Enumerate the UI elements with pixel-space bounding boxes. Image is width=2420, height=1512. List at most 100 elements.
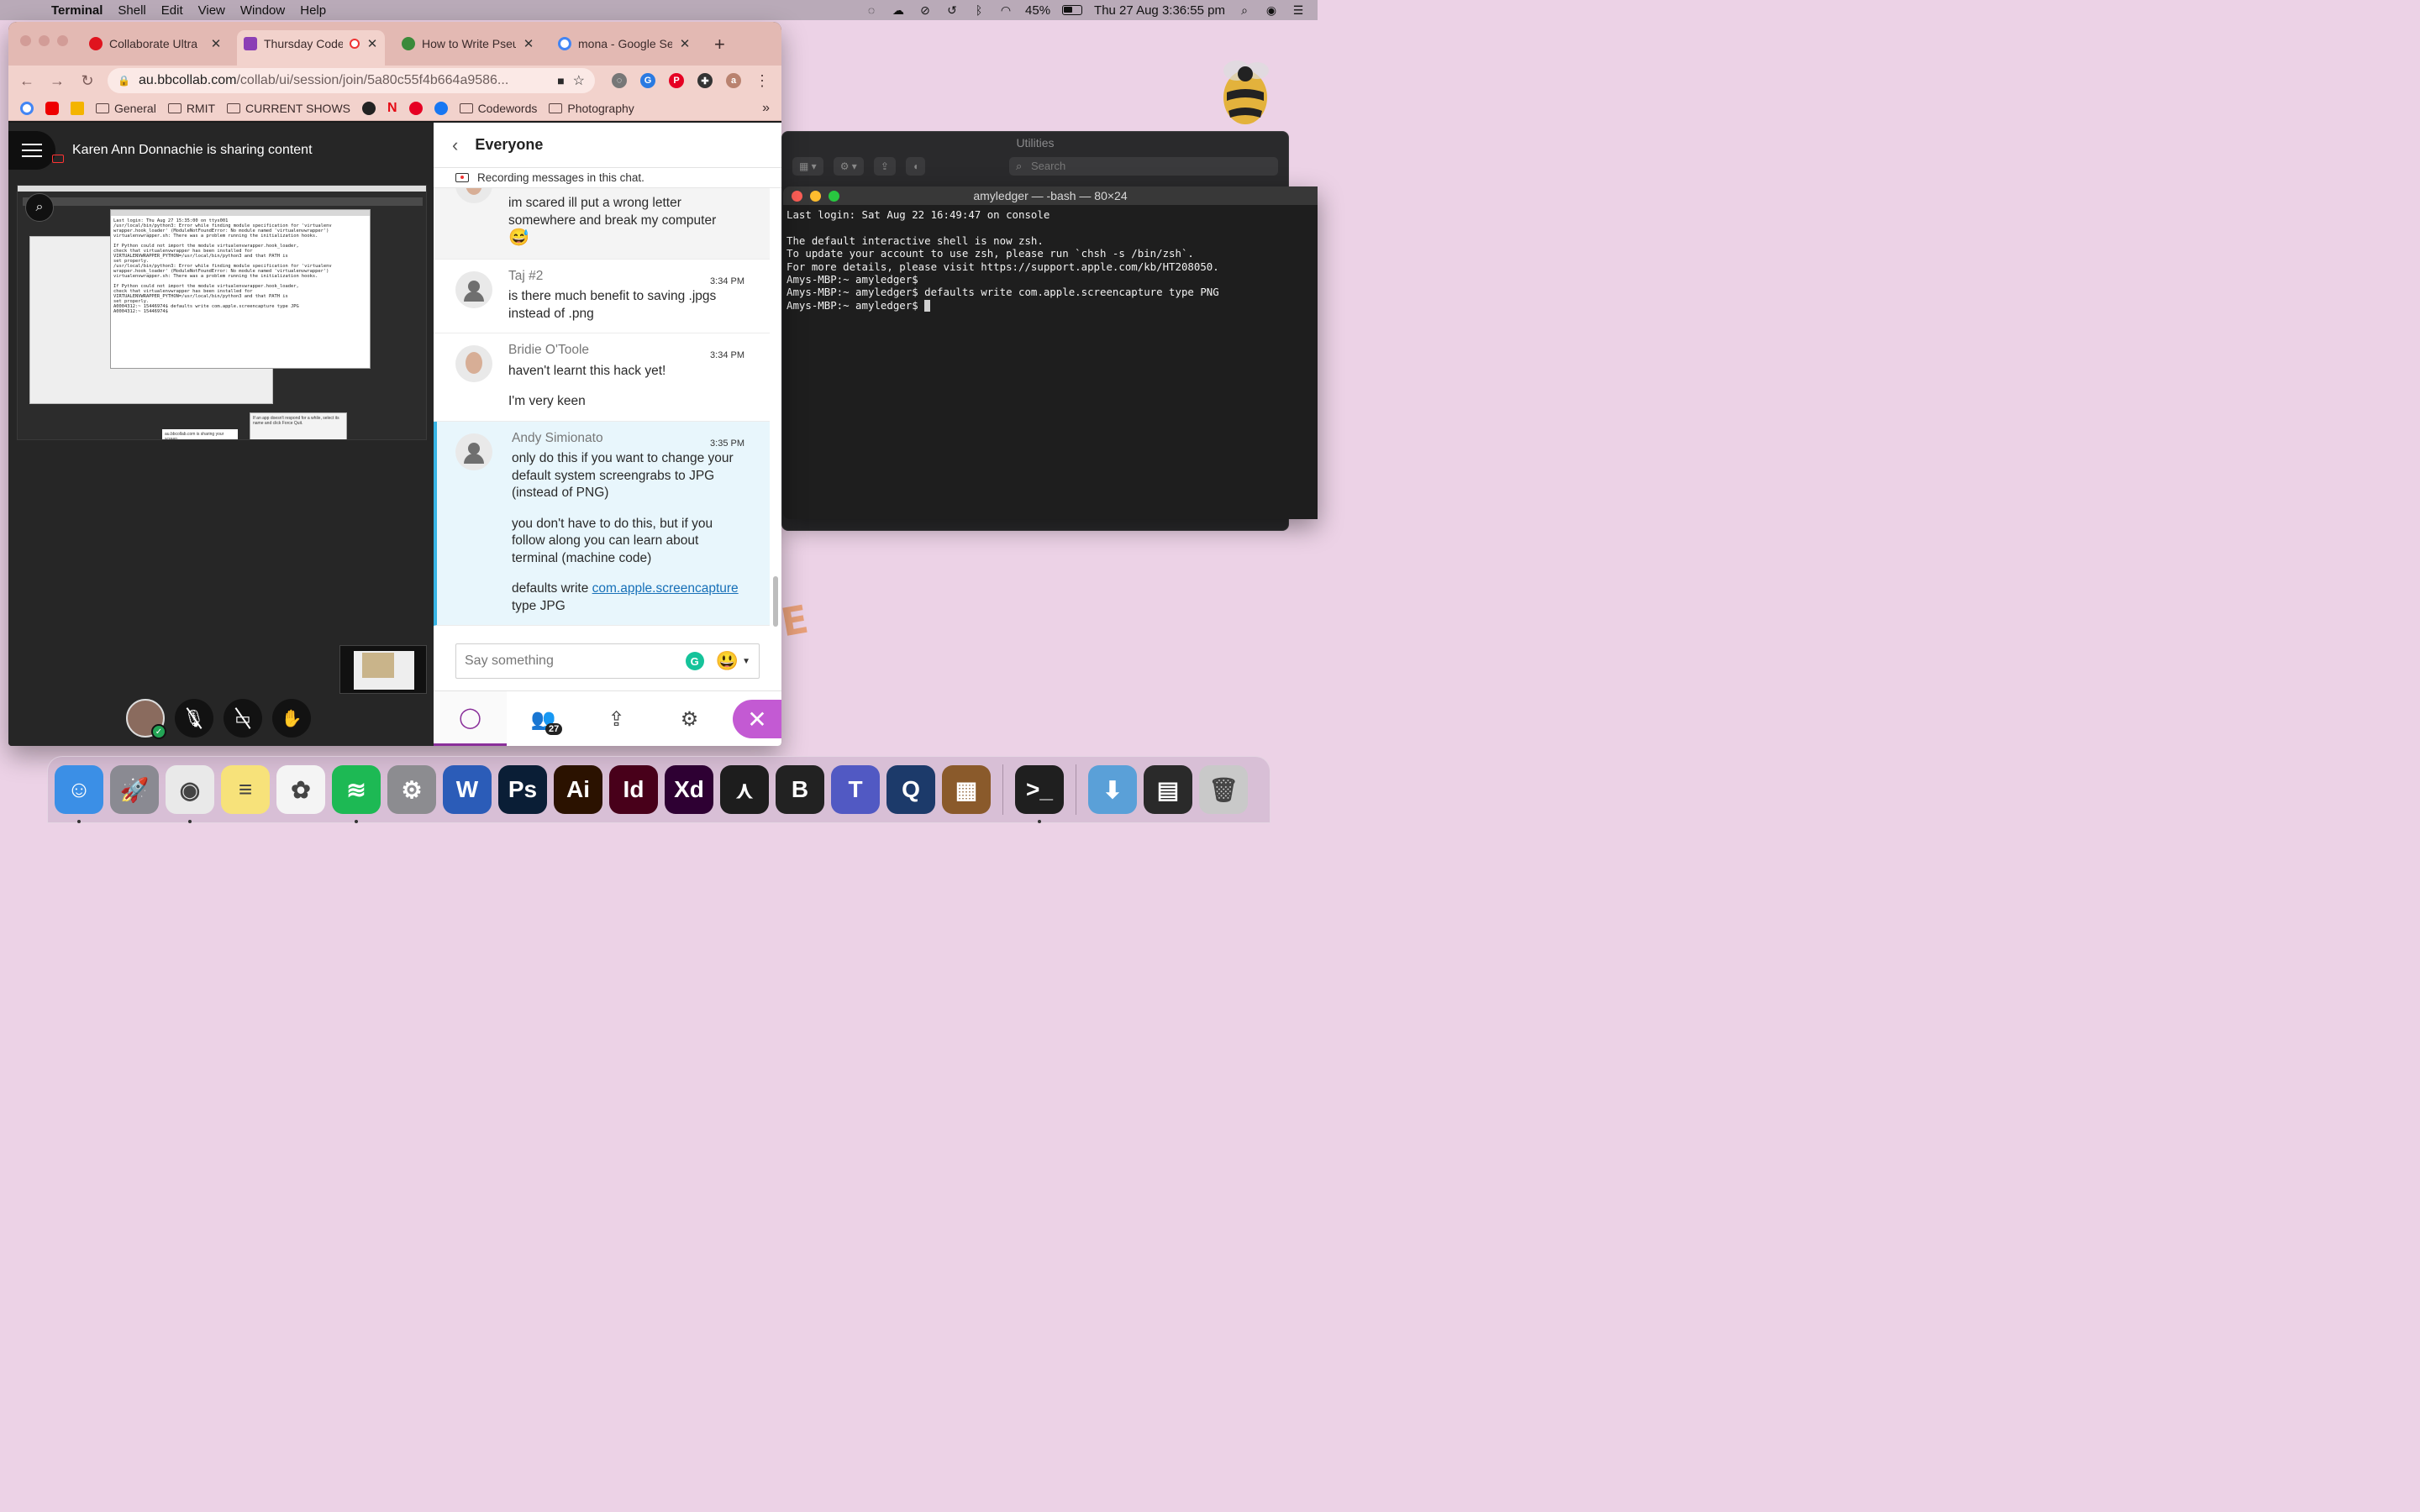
pinterest-extension-icon[interactable]: P — [669, 73, 684, 88]
dock-activity-icon[interactable]: ▤ — [1144, 765, 1192, 814]
chat-back-chevron-icon[interactable]: ‹ — [452, 134, 458, 156]
tab-settings[interactable]: ⚙ — [653, 691, 726, 746]
dock-indesign-icon[interactable]: Id — [609, 765, 658, 814]
dock-brackets-icon[interactable]: B — [776, 765, 824, 814]
pinterest-bookmark-icon[interactable] — [408, 101, 423, 115]
extension-circle-icon[interactable]: ◌ — [612, 73, 627, 88]
netflix-bookmark-icon[interactable]: N — [387, 101, 397, 116]
bookmark-photography[interactable]: Photography — [549, 102, 634, 115]
menu-shell[interactable]: Shell — [110, 3, 153, 18]
dock-teams-icon[interactable]: T — [831, 765, 880, 814]
tab-close-icon[interactable]: ✕ — [523, 36, 534, 51]
grammarly-icon[interactable]: G — [685, 652, 704, 670]
dock-notes-icon[interactable]: ≡ — [221, 765, 270, 814]
do-not-disturb-icon[interactable]: ⊘ — [918, 3, 933, 17]
menu-window[interactable]: Window — [233, 3, 292, 18]
menu-help[interactable]: Help — [292, 3, 334, 18]
finder-view-icon[interactable]: ▦ ▾ — [792, 157, 823, 176]
zoom-window-button[interactable] — [829, 190, 839, 202]
youtube-bookmark-icon[interactable] — [45, 101, 59, 115]
spotlight-search-icon[interactable]: ⌕ — [1237, 3, 1252, 17]
video-thumbnail[interactable] — [339, 645, 427, 694]
chat-scrollbar[interactable] — [773, 576, 778, 627]
dock-spotify-icon[interactable]: ≋ — [332, 765, 381, 823]
tab-close-icon[interactable]: ✕ — [210, 36, 222, 51]
tab-attendees[interactable]: 👥 27 — [507, 691, 580, 746]
grammarly-menu-icon[interactable]: ◌ — [864, 3, 879, 17]
session-menu-button[interactable] — [8, 131, 55, 170]
forward-arrow-icon[interactable]: → — [47, 72, 67, 90]
chat-messages[interactable]: im scared ill put a wrong letter somewhe… — [434, 188, 770, 632]
bookmark-rmit[interactable]: RMIT — [167, 102, 215, 115]
dock-xd-icon[interactable]: Xd — [665, 765, 713, 814]
lock-icon[interactable]: 🔒 — [118, 75, 130, 87]
siri-icon[interactable]: ◉ — [1264, 3, 1279, 17]
terminal-output[interactable]: Last login: Sat Aug 22 16:49:47 on conso… — [783, 205, 1318, 315]
chrome-menu-icon[interactable]: ⋮ — [755, 72, 770, 90]
chat-compose-input[interactable]: Say something G 😃 ▼ — [455, 643, 760, 679]
close-panel-button[interactable]: ✕ — [733, 700, 781, 738]
dock-photos-icon[interactable]: ✿ — [276, 765, 325, 814]
dock-chrome-icon[interactable]: ◉ — [166, 765, 214, 823]
more-bookmarks-chevron[interactable]: » — [762, 101, 770, 116]
finder-action-gear-icon[interactable]: ⚙ ▾ — [833, 157, 864, 176]
back-arrow-icon[interactable]: ← — [17, 72, 37, 90]
extensions-puzzle-icon[interactable]: ✚ — [697, 73, 713, 88]
bluetooth-icon[interactable]: ᛒ — [971, 3, 986, 17]
dock-illustrator-icon[interactable]: Ai — [554, 765, 602, 814]
address-bar[interactable]: 🔒 au.bbcollab.com/collab/ui/session/join… — [108, 68, 595, 93]
profile-avatar-icon[interactable]: a — [726, 73, 741, 88]
finder-search-field[interactable]: Search — [1009, 157, 1278, 176]
bookmark-codewords[interactable]: Codewords — [459, 102, 537, 115]
menu-view[interactable]: View — [191, 3, 233, 18]
finder-share-icon[interactable]: ⇪ — [873, 157, 896, 176]
bookmark-current-shows[interactable]: CURRENT SHOWS — [227, 102, 350, 115]
tab-collaborate-ultra[interactable]: Collaborate Ultra ✕ — [82, 30, 229, 57]
tab-chat[interactable]: ◯ — [434, 691, 507, 746]
dock-quicktime-icon[interactable]: Q — [886, 765, 935, 814]
terminal-window[interactable]: amyledger — -bash — 80×24 Last login: Sa… — [783, 186, 1318, 519]
tab-pseudocode[interactable]: How to Write Pseu ✕ — [395, 30, 541, 57]
tab-close-icon[interactable]: ✕ — [679, 36, 691, 51]
minimize-window-button[interactable] — [810, 190, 821, 202]
clock[interactable]: Thu 27 Aug 3:36:55 pm — [1094, 3, 1225, 18]
finder-tag-icon[interactable]: ◖ — [905, 157, 926, 176]
dock-launchpad-icon[interactable]: 🚀 — [110, 765, 159, 814]
extension-translate-icon[interactable]: G — [640, 73, 655, 88]
drive-bookmark-icon[interactable] — [71, 101, 84, 115]
dock-finder-icon[interactable]: ☺ — [55, 765, 103, 823]
chrome-close-button[interactable] — [20, 35, 31, 46]
dock-downloads-icon[interactable]: ⬇ — [1088, 765, 1137, 814]
dock-photoshop-icon[interactable]: Ps — [498, 765, 547, 814]
menu-edit[interactable]: Edit — [154, 3, 191, 18]
battery-icon[interactable] — [1062, 5, 1083, 15]
mute-microphone-button[interactable]: 🎙 — [175, 699, 213, 738]
bookmark-general[interactable]: General — [96, 102, 156, 115]
chrome-window[interactable]: Collaborate Ultra ✕ Thursday Code ✕ How … — [8, 22, 781, 746]
dock-terminal-icon[interactable]: >_ — [1015, 765, 1064, 823]
facebook-bookmark-icon[interactable] — [434, 101, 448, 115]
tab-share-content[interactable]: ⇪ — [580, 691, 653, 746]
google-bookmark-icon[interactable] — [20, 101, 34, 115]
camera-in-use-icon[interactable]: ■ — [557, 74, 564, 87]
emoji-picker-icon[interactable]: 😃 — [716, 650, 739, 672]
time-machine-icon[interactable]: ↺ — [944, 3, 960, 17]
creative-cloud-icon[interactable]: ☁ — [891, 3, 906, 17]
globe-bookmark-icon[interactable] — [362, 101, 376, 115]
tab-thursday-code[interactable]: Thursday Code ✕ — [237, 30, 385, 66]
camera-off-button[interactable]: ▭ — [224, 699, 262, 738]
dock-word-icon[interactable]: W — [443, 765, 492, 814]
dock-system-preferences-icon[interactable]: ⚙ — [387, 765, 436, 814]
screencapture-link[interactable]: com.apple.screencapture — [592, 581, 739, 596]
close-window-button[interactable] — [792, 190, 802, 202]
dock-trash-icon[interactable]: 🗑 — [1199, 765, 1248, 814]
wifi-icon[interactable]: ◠ — [998, 3, 1013, 17]
my-avatar-button[interactable]: ✓ — [126, 699, 166, 739]
terminal-titlebar[interactable]: amyledger — -bash — 80×24 — [783, 186, 1318, 205]
reload-icon[interactable]: ↻ — [77, 72, 97, 90]
chrome-zoom-button[interactable] — [57, 35, 68, 46]
raise-hand-button[interactable]: ✋ — [272, 699, 311, 738]
dock-minecraft-icon[interactable]: ▦ — [942, 765, 991, 814]
tab-close-icon[interactable]: ✕ — [366, 36, 378, 51]
chrome-minimize-button[interactable] — [39, 35, 50, 46]
